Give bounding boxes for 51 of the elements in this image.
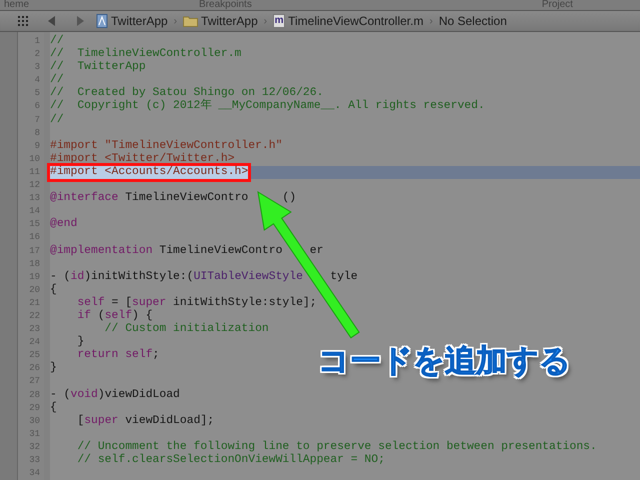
code-line: return self; [76, 349, 160, 362]
code-text: () [281, 192, 296, 204]
highlight-box: #import <Accounts/Accounts.h> [47, 162, 252, 182]
code-line: } [50, 362, 57, 374]
code-line: #import "TimelineViewController.h" [50, 140, 282, 152]
code-line: - (void)viewDidLoad [50, 388, 180, 401]
code-line: { [50, 284, 57, 296]
code-text: @interface [50, 192, 118, 204]
code-line: // [50, 35, 64, 47]
breadcrumb-item[interactable]: TimelineViewController.m [288, 14, 424, 28]
grid-icon[interactable] [18, 16, 28, 26]
code-line: // self.clearsSelectionOnViewWillAppear = NO; [76, 454, 385, 466]
breadcrumb-item[interactable]: No Selection [438, 14, 507, 28]
separator-chevron: › [174, 16, 178, 26]
code-line: // Created by Satou Shingo on 12/06/26. [50, 87, 324, 100]
code-line: // [50, 74, 64, 86]
code-line: // [50, 114, 64, 126]
code-text: er [310, 244, 324, 256]
code-text: TimelineViewContro [158, 244, 282, 256]
callout-text: コードを追加する [318, 342, 571, 381]
file-type-icon: m [273, 14, 286, 28]
code-line: if (self) { [76, 310, 153, 322]
code-line: // Uncomment the following line to preserve selection between presentations. [76, 440, 597, 453]
code-line: [super viewDidLoad]; [76, 414, 214, 427]
code-line: } [76, 336, 84, 348]
code-text: - ( [50, 270, 71, 283]
breadcrumb-item[interactable]: TwitterApp [201, 14, 258, 28]
code-line: // Copyright (c) 2012年 __MyCompanyName__. All rights reserved. [50, 100, 485, 112]
tab-label[interactable]: Breakpoints [199, 0, 252, 10]
tab-label[interactable]: heme [4, 0, 30, 10]
separator-chevron: › [429, 16, 433, 26]
tab-label[interactable]: Project [542, 0, 573, 10]
code-text: @implementation [50, 244, 153, 256]
code-line: { [50, 402, 57, 414]
code-text: tyle [330, 270, 358, 283]
code-line: self = [super initWithStyle:style]; [76, 296, 317, 309]
code-text: UITableViewStyle [194, 270, 303, 283]
code-line: // Custom initialization [104, 323, 269, 336]
folder-icon [183, 15, 198, 27]
separator-chevron: › [264, 16, 268, 26]
code-line: // TimelineViewController.m [50, 48, 242, 60]
code-editor[interactable] [44, 32, 640, 480]
back-arrow-icon[interactable] [48, 16, 56, 26]
app-document-icon [96, 14, 108, 28]
breadcrumb-item[interactable]: TwitterApp [111, 14, 168, 28]
code-text: TimelineViewContro [124, 192, 248, 204]
code-line: #import <Twitter/Twitter.h> [50, 152, 235, 165]
code-text: id [70, 270, 84, 283]
code-line: // TwitterApp [50, 61, 146, 74]
code-text: )initWithStyle:( [84, 270, 194, 283]
code-line: @end [50, 218, 78, 230]
